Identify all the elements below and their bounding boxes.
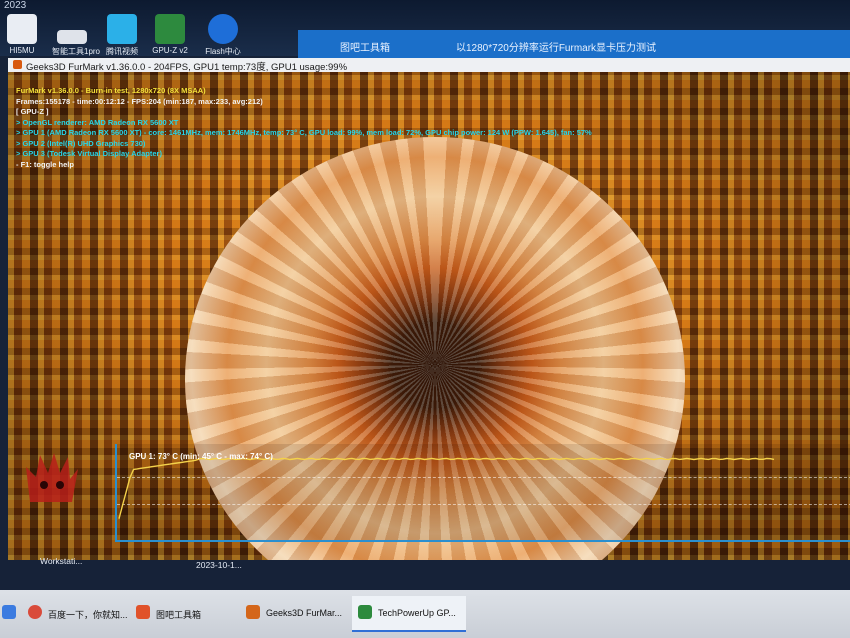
temperature-graph: GPU 1: 73° C (min: 45° C - max: 74° C)	[115, 444, 850, 542]
furmark-app-icon	[13, 60, 22, 69]
desktop-icon-label: HI5MU	[9, 46, 35, 55]
graph-label: GPU 1: 73° C (min: 45° C - max: 74° C)	[129, 452, 273, 461]
furmark-logo-icon	[26, 453, 78, 502]
desktop-icon-tool[interactable]: 智能工具1pro	[52, 14, 101, 57]
window-title: Geeks3D FurMark v1.36.0.0 - 204FPS, GPU1…	[26, 62, 348, 73]
app-icon	[7, 14, 37, 44]
desktop-label-date[interactable]: 2023-10-1...	[196, 560, 242, 570]
gpu-card-icon	[155, 14, 185, 44]
hud-gpuz-header: [ GPU-Z ]	[16, 107, 49, 116]
desktop-area: 2023 HI5MU 智能工具1pro 腾讯视频 GPU-Z v2 Flash中…	[0, 0, 850, 60]
taskbar-item-label: 图吧工具箱	[156, 610, 202, 620]
furmark-render-area: FurMark v1.36.0.0 - Burn-in test, 1280x7…	[8, 72, 850, 560]
taskbar-item-label: 百度一下，你就知...	[48, 610, 128, 620]
taskbar-item-toolbox[interactable]: 图吧工具箱	[130, 596, 230, 630]
desktop-icon-flash[interactable]: Flash中心	[203, 14, 243, 57]
hud-gpu2: > GPU 2 (Intel(R) UHD Graphics 730)	[16, 138, 146, 148]
windows-icon	[2, 605, 16, 619]
desktop-label-workstation[interactable]: Workstati...	[40, 556, 82, 566]
flash-icon	[208, 14, 238, 44]
taskbar-item-label: Geeks3D FurMar...	[266, 608, 343, 618]
desktop-icon-gpuz[interactable]: GPU-Z v2	[150, 14, 190, 55]
bg-window-tab[interactable]: 以1280*720分辨率运行Furmark显卡压力测试	[456, 39, 656, 54]
furmark-hud: FurMark v1.36.0.0 - Burn-in test, 1280x7…	[16, 86, 592, 170]
bg-window-tab[interactable]: 图吧工具箱	[340, 39, 390, 54]
desktop-icon-label: Flash中心	[205, 47, 241, 56]
windows-start-button[interactable]	[0, 596, 20, 630]
browser-icon	[28, 605, 42, 619]
taskbar-item-furmark[interactable]: Geeks3D FurMar...	[240, 596, 348, 630]
gpu-card-icon	[358, 605, 372, 619]
hud-help: - F1: toggle help	[16, 159, 74, 169]
taskbar-item-gpuz[interactable]: TechPowerUp GP...	[352, 596, 466, 632]
furmark-titlebar[interactable]: Geeks3D FurMark v1.36.0.0 - 204FPS, GPU1…	[8, 58, 850, 73]
taskbar-item-browser[interactable]: 百度一下，你就知...	[22, 596, 128, 630]
furmark-icon	[246, 605, 260, 619]
taskbar-item-label: TechPowerUp GP...	[378, 608, 456, 618]
desktop-icon-label: 腾讯视频	[106, 47, 138, 56]
hud-gpu1: > GPU 1 (AMD Radeon RX 5600 XT) - core: …	[16, 128, 592, 137]
desktop-icon-label: GPU-Z v2	[152, 46, 188, 55]
app-icon	[57, 30, 87, 44]
hud-stats: Frames:155178 - time:00:12:12 - FPS:204 …	[16, 96, 263, 106]
taskbar: 百度一下，你就知... 图吧工具箱 Geeks3D FurMar... Tech…	[0, 590, 850, 638]
hud-renderer: > OpenGL renderer: AMD Radeon RX 5600 XT	[16, 117, 179, 127]
desktop-icon-hi5mu[interactable]: HI5MU	[2, 14, 42, 55]
hud-gpu3: > GPU 3 (Todesk Virtual Display Adapter)	[16, 149, 162, 158]
hud-title: FurMark v1.36.0.0 - Burn-in test, 1280x7…	[16, 86, 206, 95]
monitor-screen: 2023 HI5MU 智能工具1pro 腾讯视频 GPU-Z v2 Flash中…	[0, 0, 850, 638]
play-icon	[107, 14, 137, 44]
desktop-icon-video[interactable]: 腾讯视频	[102, 14, 142, 57]
background-window[interactable]: 图吧工具箱 以1280*720分辨率运行Furmark显卡压力测试	[298, 30, 850, 60]
temperature-line	[118, 457, 775, 519]
desktop-icon-label: 智能工具1pro	[52, 47, 101, 56]
desktop-year: 2023	[4, 0, 27, 11]
toolbox-icon	[136, 605, 150, 619]
